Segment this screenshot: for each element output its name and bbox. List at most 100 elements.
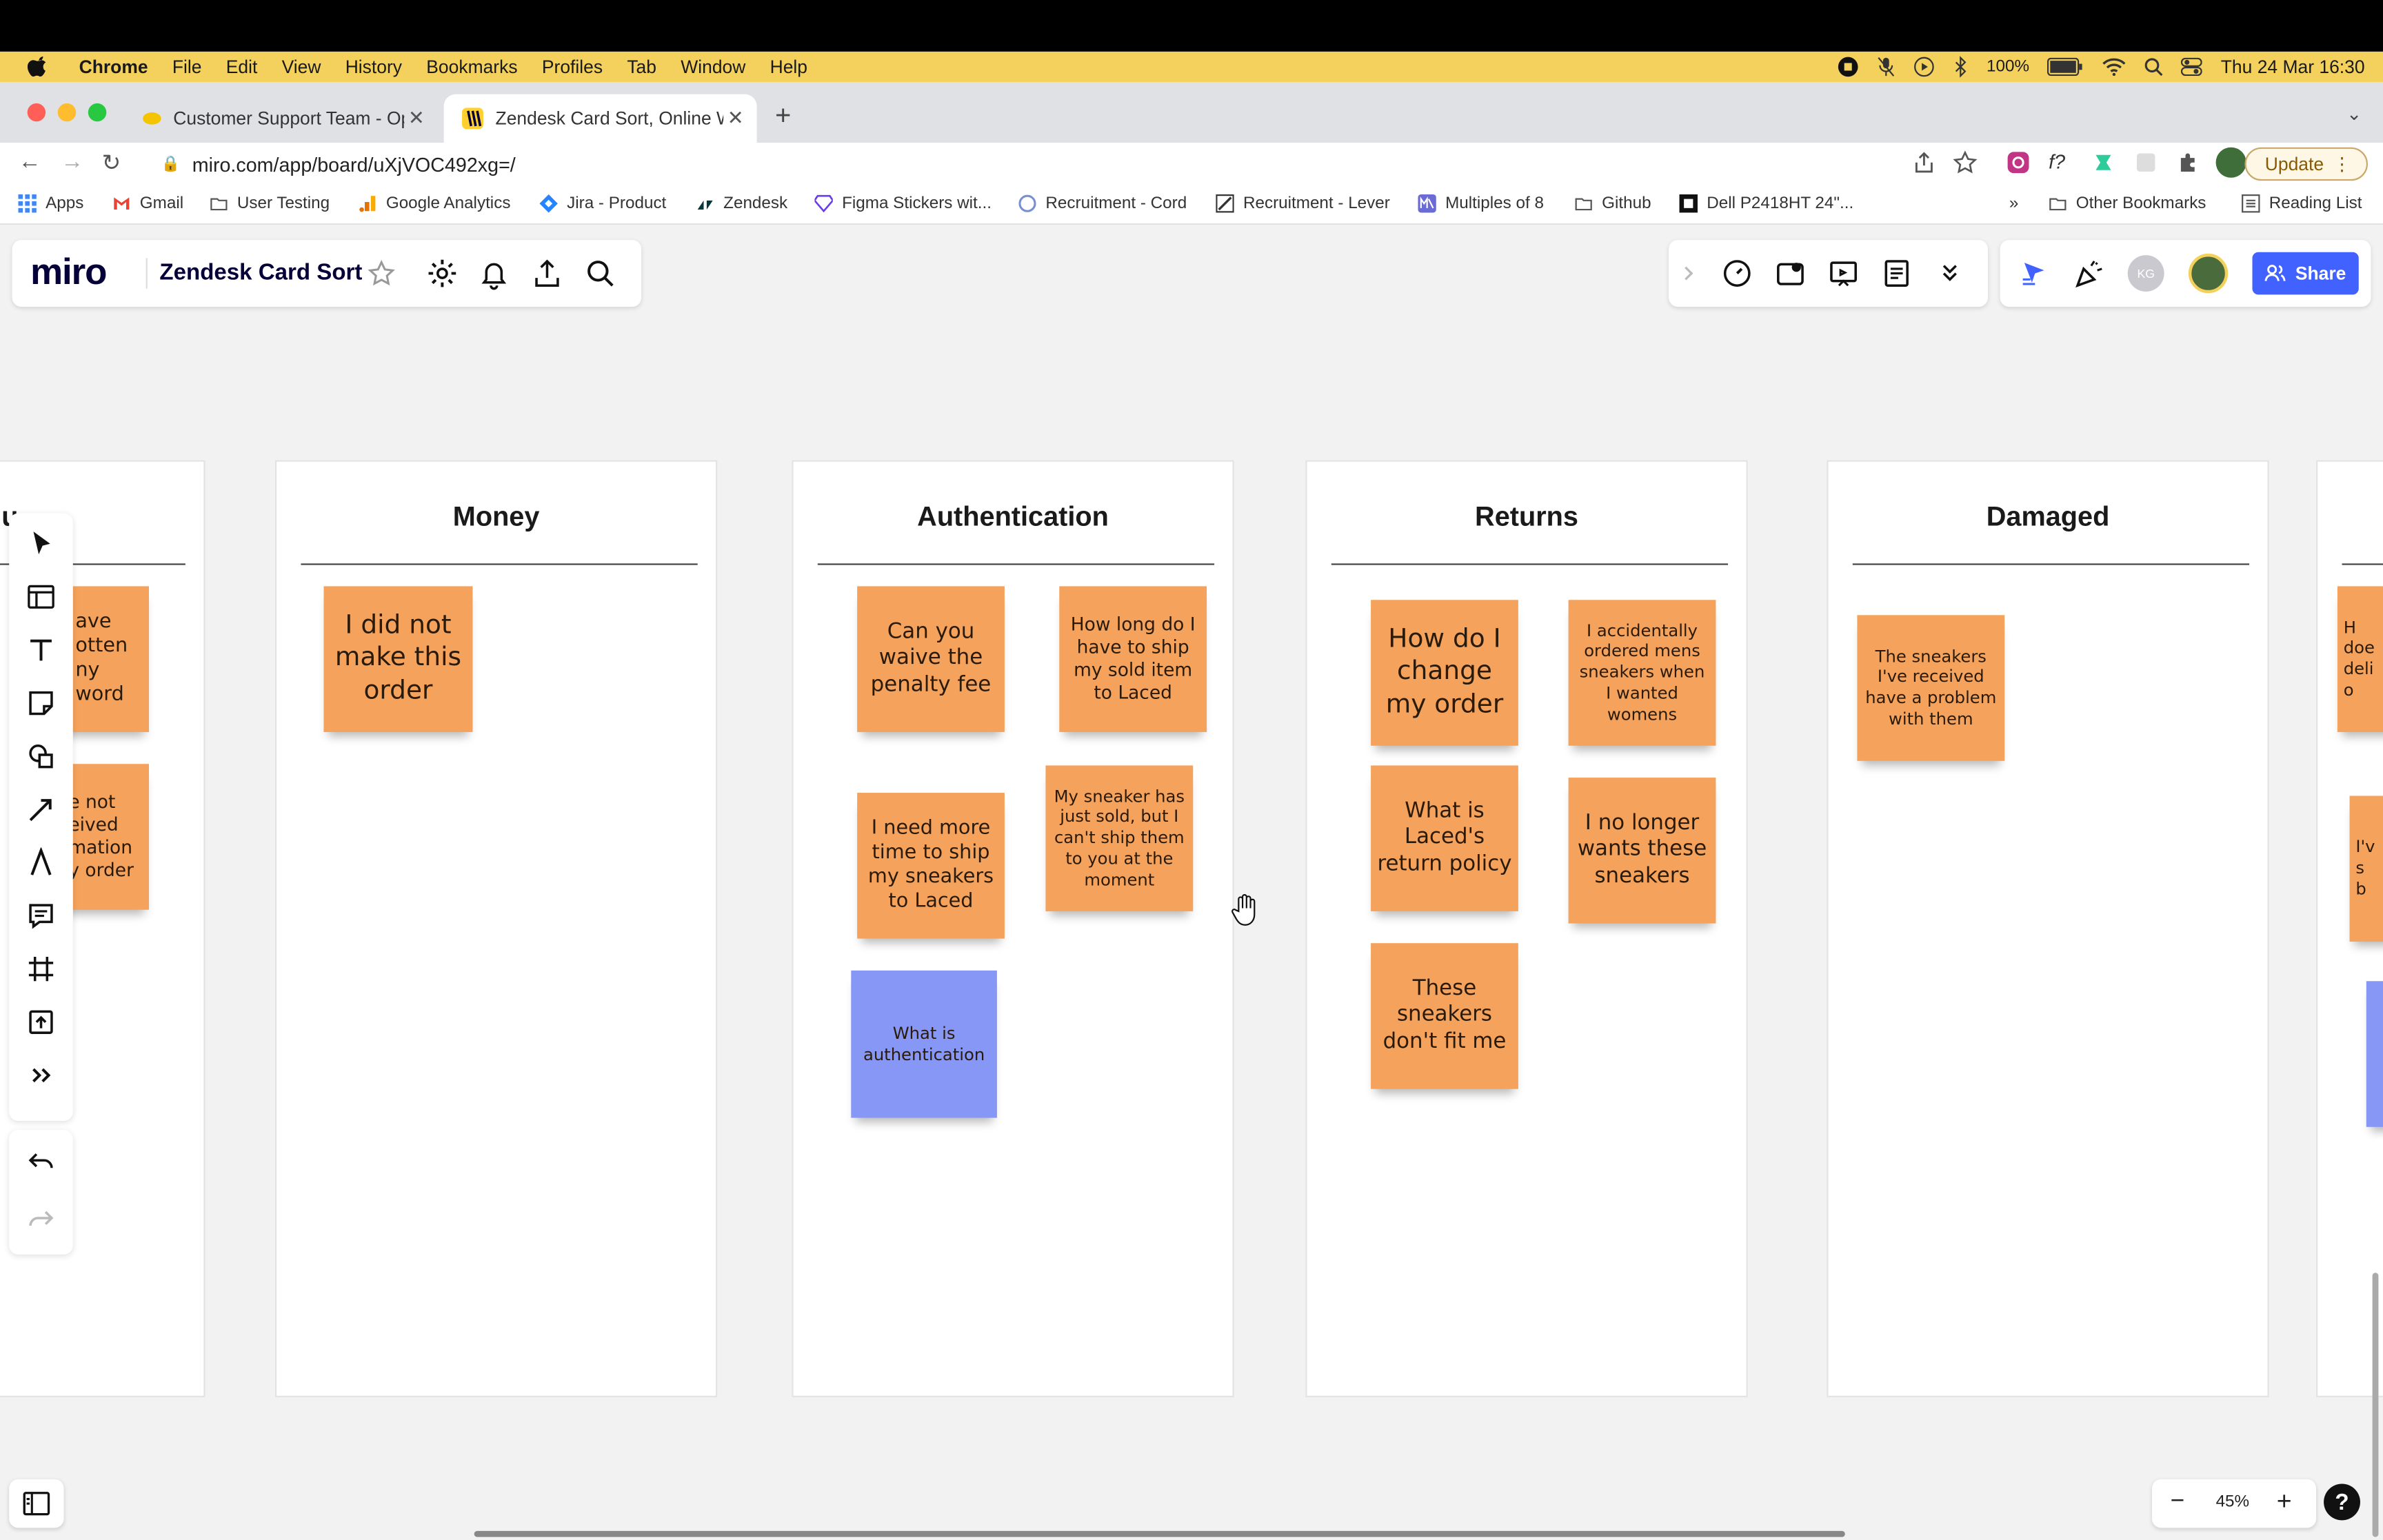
control-center-icon[interactable] <box>2181 57 2203 77</box>
frame-title[interactable]: Authentication <box>794 501 1233 533</box>
sticky-note[interactable]: How long do I have to ship my sold item … <box>1059 586 1207 732</box>
extension-green-icon[interactable] <box>2091 150 2115 174</box>
maximize-window-button[interactable] <box>88 103 107 122</box>
extension-grey-icon[interactable] <box>2134 150 2158 174</box>
menu-app-name[interactable]: Chrome <box>79 57 148 78</box>
extensions-puzzle-icon[interactable] <box>2176 150 2200 174</box>
extension-function-icon[interactable]: f? <box>2049 150 2073 174</box>
sticky-note[interactable]: H doe deli o <box>2337 586 2383 732</box>
collaborator-avatar[interactable]: KG <box>2127 255 2164 292</box>
zoom-level[interactable]: 45% <box>2216 1493 2250 1511</box>
sticky-note[interactable]: What is authentication <box>851 970 997 1118</box>
share-button[interactable]: Share <box>2252 252 2359 295</box>
templates-icon[interactable] <box>26 582 56 612</box>
microphone-off-icon[interactable] <box>1877 57 1895 78</box>
record-icon[interactable] <box>1838 57 1859 78</box>
bookmark-recruitment-cord[interactable]: Recruitment - Cord <box>1018 194 1187 212</box>
menu-window[interactable]: Window <box>681 57 745 78</box>
url-text[interactable]: miro.com/app/board/uXjVOC492xg=/ <box>192 152 516 175</box>
timer-icon[interactable] <box>1720 256 1753 290</box>
sticky-note[interactable]: Can you waive the penalty fee <box>857 586 1005 732</box>
spotlight-search-icon[interactable] <box>2145 58 2164 77</box>
horizontal-scrollbar[interactable] <box>474 1530 1845 1537</box>
sticky-note[interactable]: I did not make this order <box>323 586 473 732</box>
menu-edit[interactable]: Edit <box>226 57 258 78</box>
new-tab-button[interactable]: + <box>775 100 791 132</box>
close-tab-icon[interactable]: ✕ <box>404 106 428 130</box>
undo-icon[interactable] <box>26 1145 56 1175</box>
miro-board-canvas[interactable]: u Money Authentication Returns Damaged a… <box>0 225 2383 1540</box>
frame-title[interactable]: Returns <box>1307 501 1747 533</box>
bookmark-gmail[interactable]: Gmail <box>112 194 183 212</box>
bookmark-google-analytics[interactable]: Google Analytics <box>359 194 510 212</box>
menu-tab[interactable]: Tab <box>627 57 656 78</box>
text-tool-icon[interactable] <box>26 635 56 665</box>
tab-zendesk-card-sort[interactable]: Zendesk Card Sort, Online Wh ✕ <box>443 94 757 143</box>
bookmark-recruitment-lever[interactable]: Recruitment - Lever <box>1216 194 1390 212</box>
clock[interactable]: Thu 24 Mar 16:30 <box>2221 57 2365 78</box>
sticky-note[interactable]: I'v s b <box>2349 796 2383 942</box>
reading-list[interactable]: Reading List <box>2242 194 2362 212</box>
bookmark-zendesk[interactable]: Zendesk <box>696 194 787 212</box>
chevron-right-icon[interactable] <box>1678 256 1699 290</box>
play-icon[interactable] <box>1913 57 1935 78</box>
bookmarks-overflow[interactable]: » <box>2009 194 2019 212</box>
notes-icon[interactable] <box>1880 256 1913 290</box>
profile-avatar[interactable] <box>2215 147 2246 178</box>
search-icon[interactable] <box>583 256 616 290</box>
presentation-icon[interactable] <box>1827 256 1860 290</box>
frame-tool-icon[interactable] <box>26 954 56 984</box>
zoom-out-button[interactable]: − <box>2170 1488 2184 1516</box>
shapes-icon[interactable] <box>26 741 56 771</box>
favorite-star-icon[interactable] <box>368 260 395 287</box>
frame-title[interactable]: Damaged <box>1829 501 2268 533</box>
back-icon[interactable]: ← <box>18 149 41 174</box>
bookmark-figma-stickers[interactable]: Figma Stickers wit... <box>814 194 992 212</box>
menu-history[interactable]: History <box>345 57 402 78</box>
bookmark-other-bookmarks[interactable]: Other Bookmarks <box>2049 194 2206 212</box>
menu-bookmarks[interactable]: Bookmarks <box>426 57 517 78</box>
bookmark-apps[interactable]: Apps <box>18 194 83 213</box>
export-upload-icon[interactable] <box>530 256 563 290</box>
bookmark-jira[interactable]: Jira - Product <box>539 194 666 213</box>
connection-line-icon[interactable] <box>26 794 56 824</box>
sticky-note[interactable]: I accidentally ordered mens sneakers whe… <box>1568 600 1716 746</box>
sticky-note[interactable]: How do I change my order <box>1371 600 1518 746</box>
sticky-note[interactable]: These sneakers don't fit me <box>1371 943 1518 1089</box>
close-tab-icon[interactable]: ✕ <box>723 106 747 130</box>
battery-icon[interactable] <box>2047 57 2084 77</box>
settings-gear-icon[interactable] <box>425 256 459 290</box>
tab-search-chevron-icon[interactable]: ⌄ <box>2346 103 2362 125</box>
menu-view[interactable]: View <box>282 57 321 78</box>
help-button[interactable]: ? <box>2324 1483 2360 1521</box>
notifications-bell-icon[interactable] <box>477 256 510 290</box>
redo-icon[interactable] <box>26 1203 56 1233</box>
share-page-icon[interactable] <box>1912 150 1936 174</box>
board-title[interactable]: Zendesk Card Sort <box>159 260 362 285</box>
celebrate-icon[interactable] <box>2073 256 2106 290</box>
forward-icon[interactable]: → <box>61 149 83 174</box>
extension-instagram-icon[interactable] <box>2006 150 2030 174</box>
wifi-icon[interactable] <box>2102 58 2126 77</box>
bookmark-multiples-of-8[interactable]: Multiples of 8 <box>1418 194 1544 213</box>
address-bar[interactable]: 🔒 miro.com/app/board/uXjVOC492xg=/ <box>145 147 2000 181</box>
miro-logo[interactable]: miro <box>30 252 107 295</box>
update-chrome-button[interactable]: Update ⋮ <box>2245 147 2368 181</box>
bookmark-user-testing[interactable]: User Testing <box>210 194 330 212</box>
close-window-button[interactable] <box>27 103 46 122</box>
sticky-note[interactable]: My sneaker has just sold, but I can't sh… <box>1045 765 1194 911</box>
menu-profiles[interactable]: Profiles <box>542 57 603 78</box>
sticky-note[interactable]: I need more time to ship my sneakers to … <box>857 793 1005 939</box>
pen-icon[interactable] <box>26 847 56 878</box>
voting-icon[interactable] <box>1773 256 1807 290</box>
minimize-window-button[interactable] <box>57 103 77 122</box>
bookmark-github[interactable]: Github <box>1574 194 1651 212</box>
vertical-scrollbar[interactable] <box>2372 1273 2379 1537</box>
menu-file[interactable]: File <box>172 57 202 78</box>
menu-help[interactable]: Help <box>770 57 807 78</box>
bookmark-dell-monitor[interactable]: Dell P2418HT 24"... <box>1679 194 1853 213</box>
sticky-note[interactable]: The sneakers I've received have a proble… <box>1857 615 2005 761</box>
sticky-note[interactable] <box>2366 981 2383 1127</box>
tab-customer-support[interactable]: Customer Support Team - Ope ✕ <box>125 94 438 143</box>
bookmark-star-icon[interactable] <box>1953 150 1978 174</box>
